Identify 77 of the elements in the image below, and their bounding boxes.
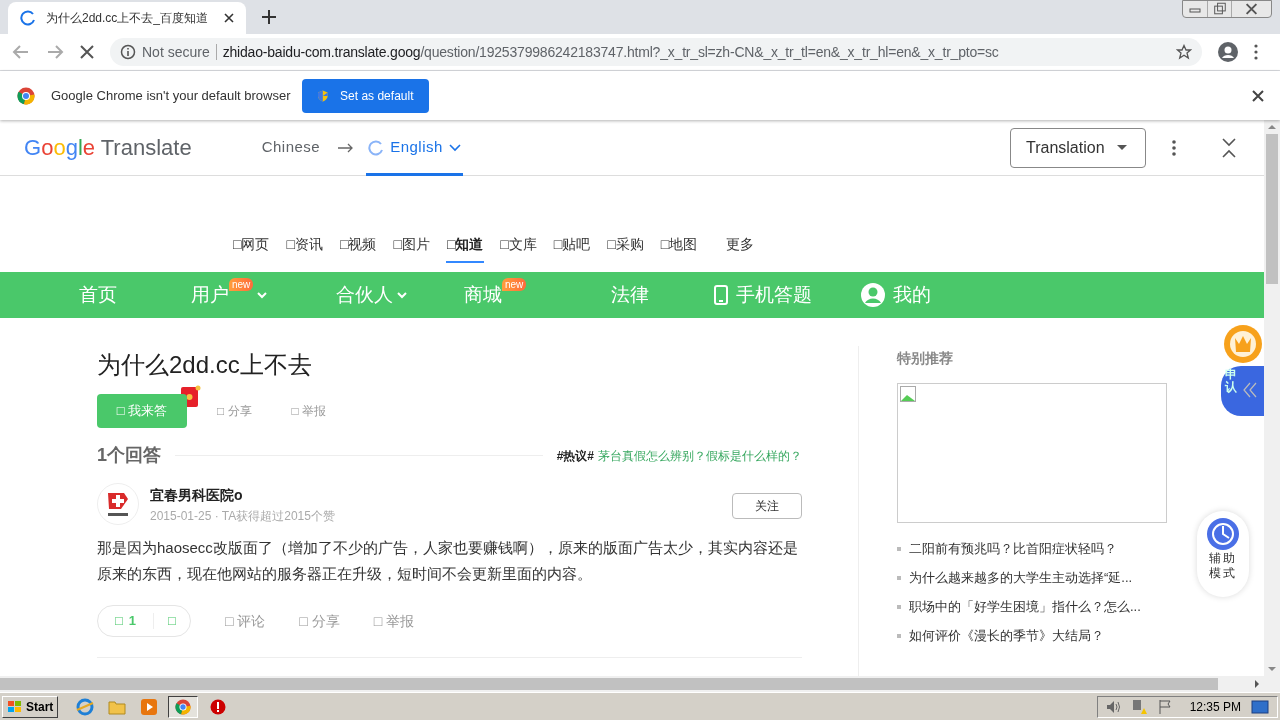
sidebar-link[interactable]: 职场中的「好学生困境」指什么？怎么... [909, 597, 1141, 617]
question-title: 为什么2dd.cc上不去 [97, 350, 313, 380]
mode-dropdown[interactable]: Translation [1010, 127, 1146, 168]
network-warning-icon[interactable] [1131, 698, 1148, 715]
loading-spinner-icon [368, 139, 385, 156]
browser-logo-icon [175, 698, 192, 715]
sidebar-link[interactable]: 为什么越来越多的大学生主动选择“延... [909, 568, 1133, 588]
browser-icon[interactable] [76, 697, 95, 716]
chevron-down-icon [448, 143, 461, 152]
menu-icon[interactable] [1254, 44, 1258, 60]
double-chevron-icon [1243, 382, 1257, 398]
sidebar-title: 特别推荐 [897, 349, 954, 368]
phone-icon [714, 285, 728, 305]
search-tab[interactable]: □贴吧 [552, 234, 592, 263]
close-icon[interactable] [1252, 89, 1264, 102]
vip-badge-icon [1223, 324, 1263, 364]
star-icon[interactable] [1176, 44, 1192, 60]
hot-tag: #热议# [556, 446, 594, 465]
search-tab[interactable]: □知道 [445, 234, 485, 263]
answer-meta: 2015-01-25 · TA获得超过2015个赞 [150, 508, 336, 524]
search-tab[interactable]: □地图 [659, 234, 699, 263]
more-icon[interactable] [1172, 139, 1176, 156]
desktop-icon[interactable] [1251, 698, 1269, 715]
url-text: zhidao-baidu-com.translate.goog/question/1925379986242183747.html?_x_tr_sl=zh-CN&_x_tr_tl=en&_x_tr_hl=en&_x_tr_pto=sc [222, 42, 1000, 62]
search-tab[interactable]: □网页 [232, 234, 271, 263]
browser-tab[interactable]: 为什么2dd.cc上不去_百度知道 [8, 2, 246, 34]
search-tab[interactable]: □资讯 [285, 234, 324, 263]
start-button[interactable]: Start [2, 695, 59, 718]
user-icon [861, 283, 885, 307]
new-badge: new [229, 277, 254, 291]
assist-mode-label: 模式 [1209, 566, 1237, 581]
translate-logo: Google Translate [24, 134, 192, 162]
horizontal-scrollbar-thumb[interactable] [0, 678, 1218, 690]
windows-logo-icon [7, 699, 23, 714]
sidebar-link[interactable]: 如何评价《漫长的季节》大结局？ [909, 626, 1104, 646]
broken-image-icon [900, 386, 916, 402]
new-badge: new [502, 277, 527, 291]
scrollbar-thumb[interactable] [1266, 134, 1278, 284]
profile-icon[interactable] [1218, 42, 1238, 62]
volume-icon[interactable] [1105, 699, 1122, 714]
target-language-tab[interactable]: English [366, 120, 463, 176]
side-tab[interactable]: 申 认 [1221, 366, 1264, 416]
search-tab[interactable]: □采购 [606, 234, 645, 263]
info-icon[interactable] [120, 44, 136, 60]
assist-mode-label: 辅助 [1209, 551, 1237, 566]
media-player-icon[interactable] [140, 697, 159, 716]
search-tab[interactable]: 更多 [725, 234, 756, 263]
clock: 12:35 PM [1189, 698, 1241, 716]
close-icon[interactable] [224, 13, 234, 23]
search-tab[interactable]: □图片 [392, 234, 431, 263]
collapse-icon[interactable] [1222, 137, 1236, 158]
flag-icon[interactable] [1157, 698, 1172, 715]
search-tab[interactable]: □文库 [499, 234, 538, 263]
tab-title: 为什么2dd.cc上不去_百度知道 [46, 10, 210, 27]
stop-icon[interactable] [80, 45, 94, 59]
vote-count: 1 [128, 612, 137, 631]
address-bar[interactable]: Not secure zhidao-baidu-com.translate.goog/question/1925379986242183747.html?_x_tr_sl=zh-CN&_x_tr_tl=en&_x_tr_hl=en&_x_tr_pto=sc [110, 38, 1202, 66]
side-tab-text: 申 [1225, 368, 1237, 381]
side-tab-text: 认 [1225, 381, 1237, 394]
search-tab[interactable]: □视频 [338, 234, 378, 263]
follow-button[interactable]: 关注 [732, 493, 802, 519]
answer-text: 那是因为haosecc改版面了（增加了不少的广告，人家也要赚钱啊），原来的版面广告太少，其实内容还是原来的东西，现在他网站的服务器正在升级，短时间不会更新里面的内容。 [97, 538, 799, 584]
taskbar-button[interactable] [168, 695, 199, 718]
sidebar-link[interactable]: 二阳前有预兆吗？比首阳症状轻吗？ [909, 539, 1117, 559]
source-language-tab[interactable]: Chinese [255, 120, 327, 176]
browser-logo-icon [17, 86, 35, 105]
assist-mode-button[interactable]: 辅助 模式 [1197, 511, 1249, 597]
set-default-button[interactable]: Set as default [302, 78, 430, 113]
caret-icon [1117, 145, 1127, 150]
security-label: Not secure [142, 42, 210, 62]
author-name[interactable]: 宜春男科医院o [150, 485, 732, 505]
author-avatar [97, 483, 139, 525]
infobar-message: Google Chrome isn't your default browser [51, 86, 291, 105]
arrow-icon [338, 142, 355, 153]
answers-heading: 1个回答 [97, 444, 161, 467]
new-tab-icon[interactable] [262, 10, 276, 24]
stop-sign-icon[interactable] [210, 698, 227, 715]
